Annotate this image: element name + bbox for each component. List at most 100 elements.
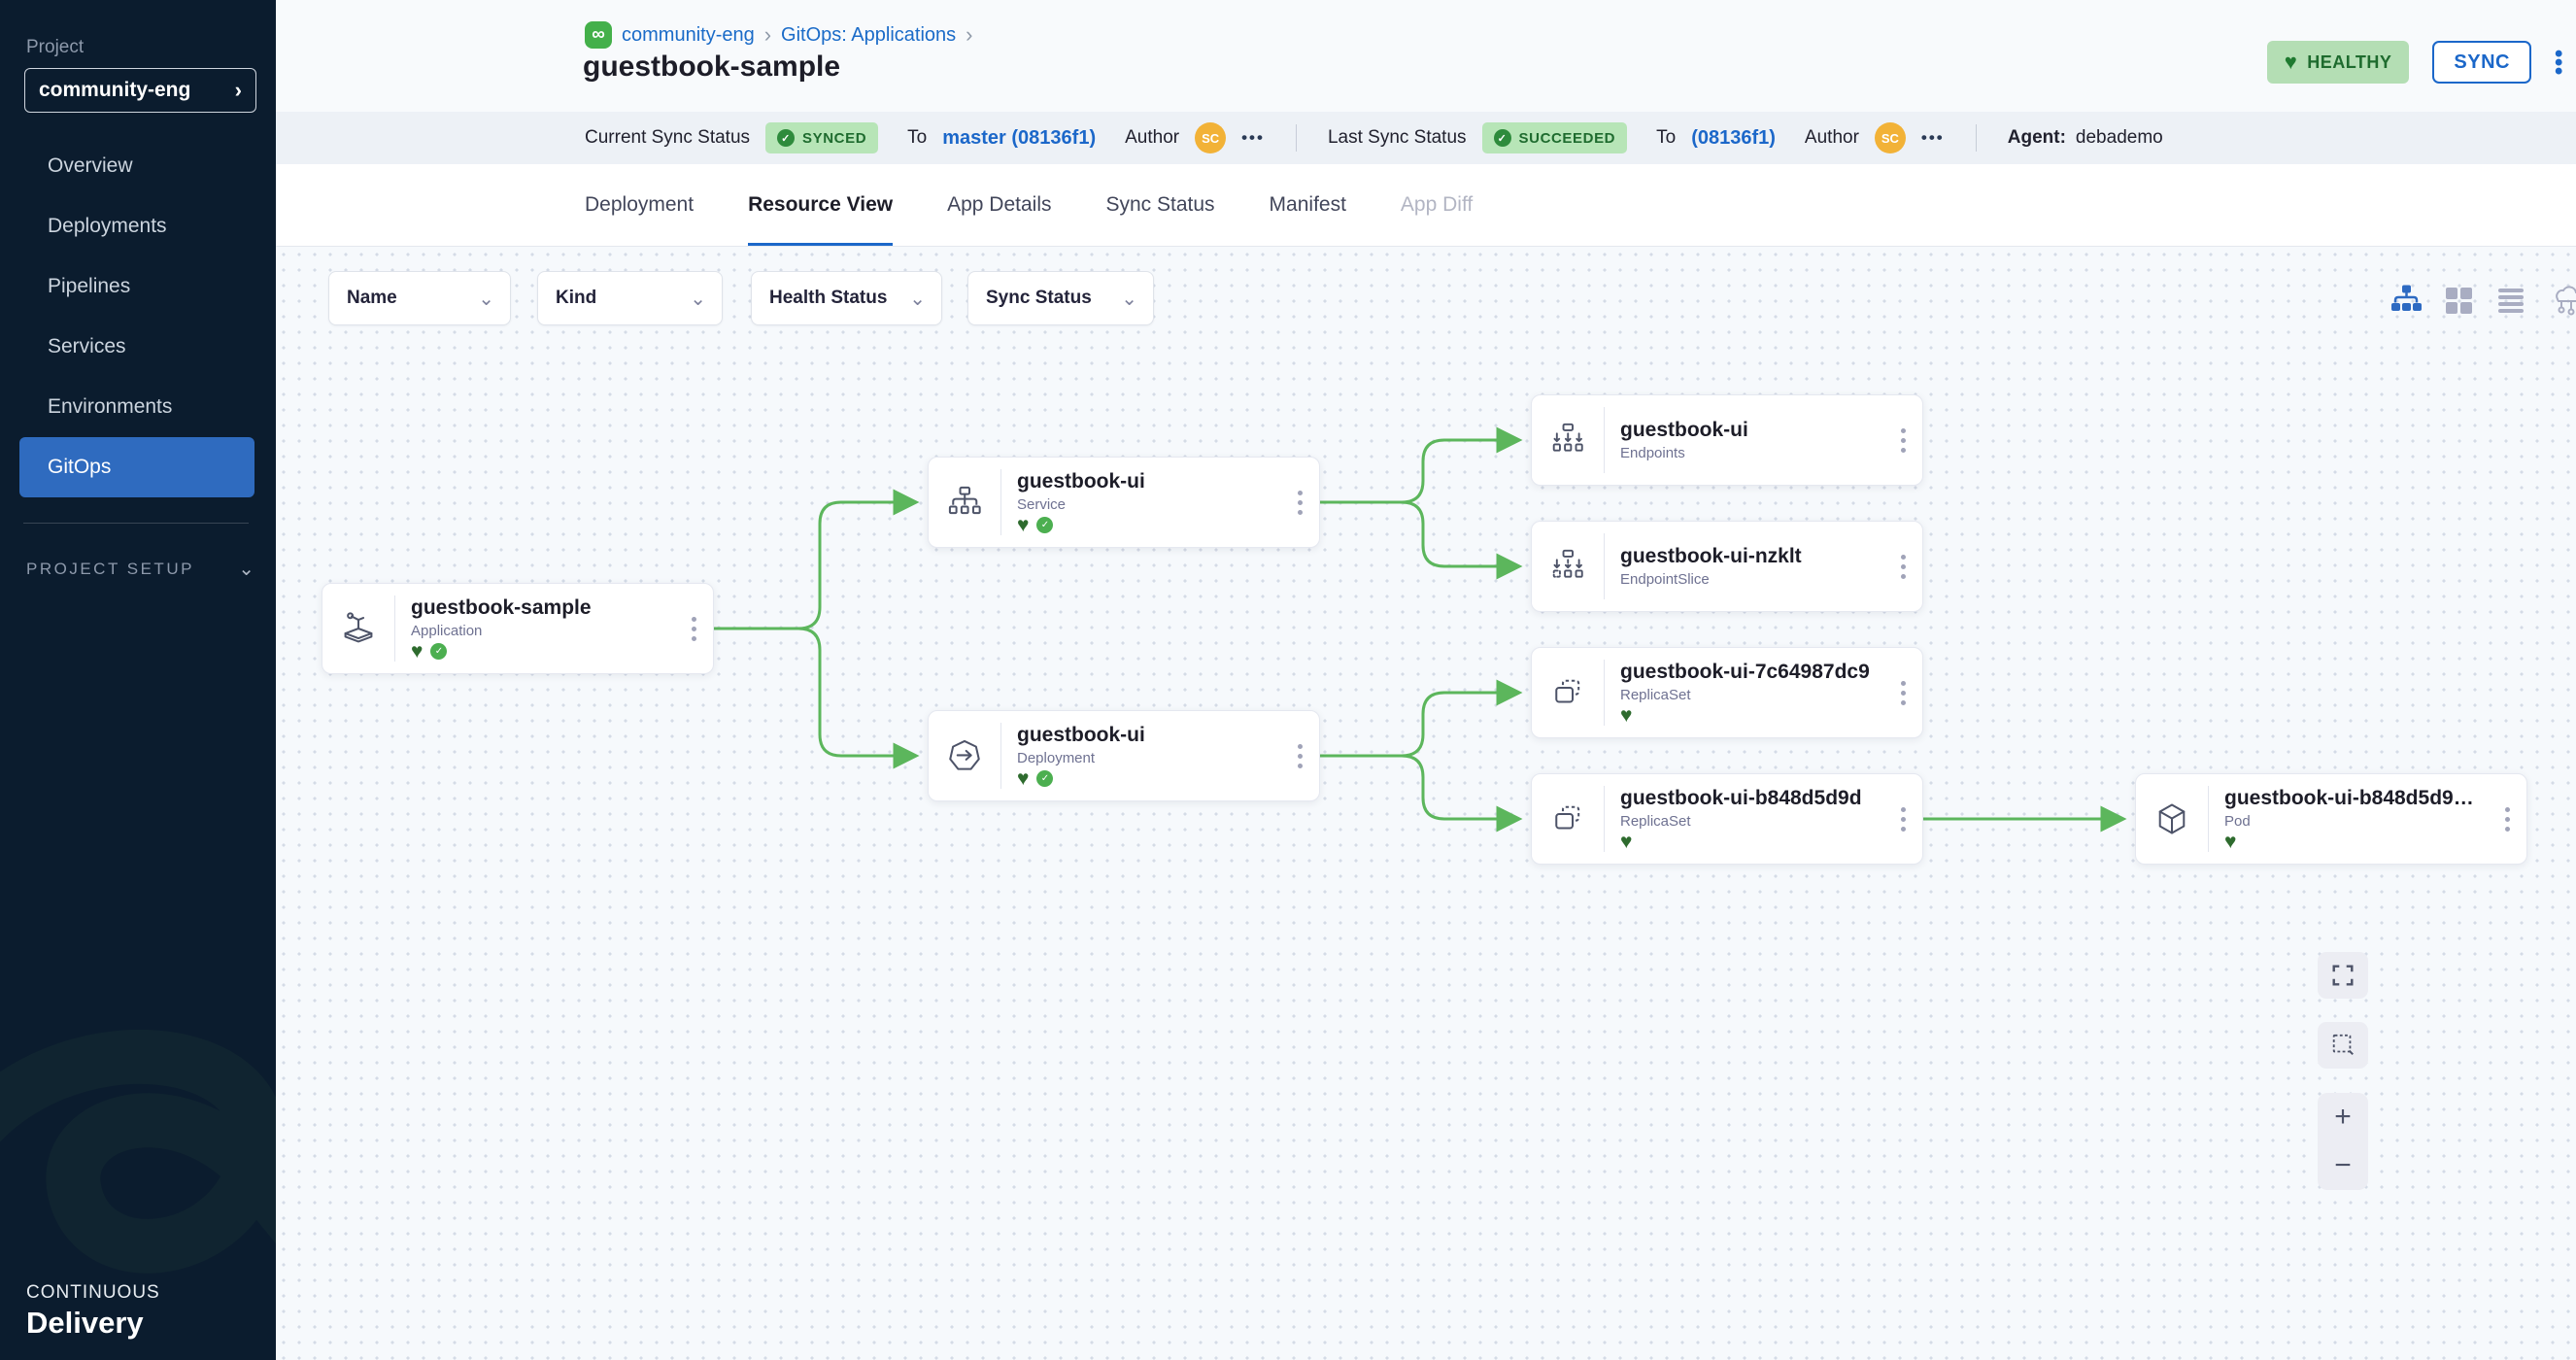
more-options-icon[interactable]: •••: [1921, 128, 1945, 148]
health-status-badge: ♥ HEALTHY: [2267, 41, 2410, 84]
marquee-select-button[interactable]: [2318, 1022, 2368, 1069]
zoom-out-button[interactable]: −: [2318, 1141, 2368, 1190]
chevron-down-icon: ⌄: [909, 287, 926, 311]
last-sync-status-label: Last Sync Status: [1328, 127, 1467, 149]
node-name: guestbook-ui-b848d5d9…: [2224, 787, 2488, 810]
last-sync-commit-link[interactable]: (08136f1): [1691, 127, 1776, 150]
author-avatar[interactable]: SC: [1195, 122, 1226, 153]
sidebar-item-environments[interactable]: Environments: [19, 377, 254, 437]
node-deployment-guestbook-ui[interactable]: guestbook-ui Deployment ♥ ✓: [928, 710, 1320, 801]
endpoints-icon: [1532, 395, 1604, 485]
tab-app-diff[interactable]: App Diff: [1401, 164, 1473, 246]
node-service-guestbook-ui[interactable]: guestbook-ui Service ♥ ✓: [928, 457, 1320, 548]
gitops-logo-icon: ∞: [585, 21, 612, 49]
view-toggle-group: [2390, 284, 2576, 317]
more-options-icon[interactable]: • • •: [2555, 50, 2564, 76]
node-menu-button[interactable]: [2488, 774, 2526, 864]
node-application-guestbook-sample[interactable]: guestbook-sample Application ♥ ✓: [322, 583, 714, 674]
module-name: CONTINUOUS Delivery: [26, 1282, 160, 1341]
sync-status-bar: Current Sync Status ✓ SYNCED To master (…: [276, 112, 2576, 164]
sidebar: Project community-eng › Overview Deploym…: [0, 0, 276, 1360]
node-name: guestbook-ui: [1620, 419, 1883, 442]
node-name: guestbook-ui: [1017, 724, 1280, 747]
node-kind: Service: [1017, 496, 1280, 513]
node-kind: Endpoints: [1620, 445, 1883, 461]
project-selector[interactable]: community-eng ›: [24, 68, 256, 113]
check-circle-icon: ✓: [1494, 129, 1511, 147]
project-selector-value: community-eng: [39, 79, 190, 102]
node-pod-guestbook-ui-b848d5d9[interactable]: guestbook-ui-b848d5d9… Pod ♥ ✓: [2135, 773, 2527, 865]
divider: [1976, 124, 1977, 152]
cloud-view-icon[interactable]: [2547, 284, 2576, 317]
node-replicaset-guestbook-ui-7c64987dc9[interactable]: guestbook-ui-7c64987dc9 ReplicaSet ♥ ✓: [1531, 647, 1923, 738]
sidebar-item-gitops[interactable]: GitOps: [19, 437, 254, 497]
node-menu-button[interactable]: [1883, 648, 1922, 737]
healthy-heart-icon: ♥: [1017, 517, 1029, 534]
chevron-down-icon: ⌄: [238, 557, 254, 581]
breadcrumb: ∞ community-eng › GitOps: Applications ›: [585, 21, 972, 49]
node-name: guestbook-ui-7c64987dc9: [1620, 661, 1883, 684]
node-menu-button[interactable]: [1883, 774, 1922, 864]
tree-view-icon[interactable]: [2390, 284, 2423, 317]
node-menu-button[interactable]: [1280, 711, 1319, 800]
node-kind: EndpointSlice: [1620, 571, 1883, 588]
resource-tree-canvas[interactable]: Name ⌄ Kind ⌄ Health Status ⌄ Sync Statu…: [276, 247, 2576, 1360]
node-menu-button[interactable]: [674, 584, 713, 673]
node-menu-button[interactable]: [1883, 522, 1922, 611]
author-label: Author: [1805, 127, 1859, 149]
fullscreen-button[interactable]: [2318, 952, 2368, 999]
breadcrumb-project-link[interactable]: community-eng: [622, 24, 755, 47]
node-menu-button[interactable]: [1883, 395, 1922, 485]
list-view-icon[interactable]: [2494, 284, 2527, 317]
synced-check-icon: ✓: [1036, 770, 1053, 787]
tab-sync-status[interactable]: Sync Status: [1105, 164, 1214, 246]
node-name: guestbook-ui-nzklt: [1620, 545, 1883, 568]
fullscreen-icon: [2330, 963, 2356, 988]
application-icon: [322, 584, 394, 673]
synced-check-icon: ✓: [1036, 517, 1053, 533]
service-icon: [929, 458, 1000, 547]
chevron-down-icon: ⌄: [1121, 287, 1137, 311]
marquee-select-icon: [2330, 1033, 2356, 1058]
current-sync-commit-link[interactable]: master (08136f1): [942, 127, 1096, 150]
more-options-icon[interactable]: •••: [1241, 128, 1265, 148]
tab-deployment[interactable]: Deployment: [585, 164, 694, 246]
filter-sync-status[interactable]: Sync Status ⌄: [967, 271, 1154, 325]
synced-badge: ✓ SYNCED: [765, 122, 878, 153]
author-label: Author: [1125, 127, 1179, 149]
sidebar-item-deployments[interactable]: Deployments: [19, 196, 254, 256]
node-endpoints-guestbook-ui[interactable]: guestbook-ui Endpoints ♥ ✓: [1531, 394, 1923, 486]
sidebar-item-overview[interactable]: Overview: [19, 136, 254, 196]
replicaset-icon: [1532, 648, 1604, 737]
to-label: To: [907, 127, 927, 149]
zoom-in-button[interactable]: +: [2318, 1093, 2368, 1141]
tab-app-details[interactable]: App Details: [947, 164, 1051, 246]
endpointslice-icon: [1532, 522, 1604, 611]
grid-view-icon[interactable]: [2442, 284, 2475, 317]
sidebar-divider: [23, 523, 249, 524]
project-setup-toggle[interactable]: PROJECT SETUP ⌄: [26, 557, 254, 581]
healthy-heart-icon: ♥: [1620, 707, 1632, 725]
author-avatar[interactable]: SC: [1875, 122, 1906, 153]
pod-icon: [2136, 774, 2208, 864]
replicaset-icon: [1532, 774, 1604, 864]
zoom-controls: + −: [2318, 1093, 2368, 1190]
node-endpointslice-guestbook-ui-nzklt[interactable]: guestbook-ui-nzklt EndpointSlice ♥ ✓: [1531, 521, 1923, 612]
node-replicaset-guestbook-ui-b848d5d9d[interactable]: guestbook-ui-b848d5d9d ReplicaSet ♥ ✓: [1531, 773, 1923, 865]
filter-kind[interactable]: Kind ⌄: [537, 271, 723, 325]
current-sync-status-label: Current Sync Status: [585, 127, 750, 149]
chevron-right-icon: ›: [966, 22, 972, 48]
sync-button[interactable]: SYNC: [2432, 41, 2531, 84]
check-circle-icon: ✓: [777, 129, 795, 147]
tab-manifest[interactable]: Manifest: [1270, 164, 1346, 246]
breadcrumb-applications-link[interactable]: GitOps: Applications: [781, 24, 956, 47]
agent-label: Agent:: [2008, 127, 2066, 149]
page-title: guestbook-sample: [583, 51, 840, 84]
node-menu-button[interactable]: [1280, 458, 1319, 547]
chevron-right-icon: ›: [235, 78, 242, 103]
filter-health-status[interactable]: Health Status ⌄: [751, 271, 942, 325]
filter-name[interactable]: Name ⌄: [328, 271, 511, 325]
sidebar-item-services[interactable]: Services: [19, 317, 254, 377]
tab-resource-view[interactable]: Resource View: [748, 164, 893, 246]
sidebar-item-pipelines[interactable]: Pipelines: [19, 256, 254, 317]
